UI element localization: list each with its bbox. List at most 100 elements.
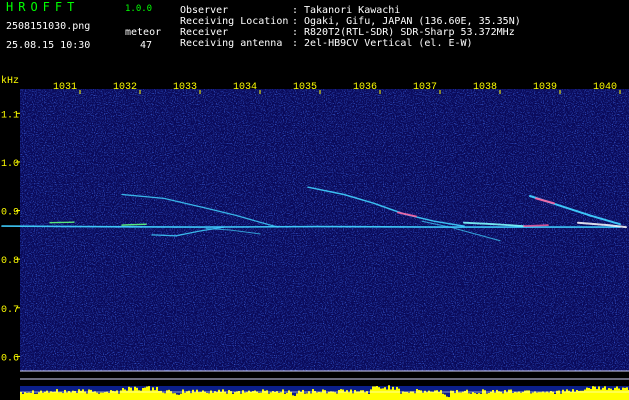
level-bar-segment xyxy=(322,389,324,400)
level-bar-segment xyxy=(476,393,478,400)
info-key: Receiving Location xyxy=(180,16,289,27)
level-bar-segment xyxy=(458,392,460,400)
info-value: R820T2(RTL-SDR) SDR-Sharp 53.372MHz xyxy=(304,27,515,38)
level-bar-segment xyxy=(620,389,622,400)
level-bar-segment xyxy=(134,386,136,400)
level-bar-segment xyxy=(336,393,338,400)
level-bar-segment xyxy=(108,392,110,400)
level-bar-segment xyxy=(200,392,202,400)
level-bar-segment xyxy=(100,392,102,400)
level-bar-segment xyxy=(50,391,52,400)
level-bar-segment xyxy=(532,392,534,400)
level-bar-segment xyxy=(52,391,54,400)
info-row-receiver: Receiver : R820T2(RTL-SDR) SDR-Sharp 53.… xyxy=(180,27,521,38)
level-bar-segment xyxy=(208,393,210,400)
level-bar-segment xyxy=(164,393,166,400)
level-bar-segment xyxy=(584,389,586,400)
level-bar-segment xyxy=(598,386,600,400)
info-row-location: Receiving Location : Ogaki, Gifu, JAPAN … xyxy=(180,16,521,27)
level-bar-segment xyxy=(84,391,86,400)
level-bar-segment xyxy=(198,392,200,400)
level-bar-segment xyxy=(260,392,262,400)
level-bar-segment xyxy=(536,392,538,400)
level-bar-segment xyxy=(386,389,388,400)
level-bar-segment xyxy=(326,393,328,400)
level-bar-segment xyxy=(70,392,72,400)
info-value: 2el-HB9CV Vertical (el. E-W) xyxy=(304,38,473,49)
level-bar-segment xyxy=(300,391,302,400)
x-tick-label: 1040 xyxy=(593,82,617,93)
level-bar-segment xyxy=(482,389,484,400)
level-bar-segment xyxy=(216,392,218,400)
app-title: HROFFT xyxy=(6,0,80,14)
level-bar-segment xyxy=(586,387,588,400)
level-bar-segment xyxy=(92,391,94,400)
level-bar-segment xyxy=(20,391,22,400)
level-bar-segment xyxy=(88,389,90,400)
level-bar-segment xyxy=(342,389,344,400)
level-bar-segment xyxy=(282,389,284,400)
level-bar-segment xyxy=(392,386,394,400)
grid-lines xyxy=(20,370,629,380)
level-bar-segment xyxy=(370,389,372,400)
level-bar-segment xyxy=(488,392,490,400)
level-bar-segment xyxy=(232,393,234,400)
level-bar-segment xyxy=(168,389,170,400)
level-bar-segment xyxy=(444,394,446,400)
level-bar-segment xyxy=(196,389,198,400)
level-bar-segment xyxy=(574,391,576,400)
level-bar-segment xyxy=(192,389,194,400)
level-bar-segment xyxy=(310,393,312,400)
level-bar-segment xyxy=(226,393,228,400)
x-tick-label: 1033 xyxy=(173,82,197,93)
level-bar-segment xyxy=(262,389,264,400)
level-bar-segment xyxy=(30,392,32,400)
info-separator: : xyxy=(292,5,299,16)
x-tick-label: 1032 xyxy=(113,82,137,93)
level-bar-segment xyxy=(408,392,410,400)
level-bar-segment xyxy=(34,393,36,400)
level-bar-segment xyxy=(280,392,282,400)
level-bar-segment xyxy=(460,392,462,400)
level-bar-segment xyxy=(510,389,512,400)
level-bar-segment xyxy=(268,393,270,400)
level-bar-segment xyxy=(122,387,124,400)
level-bar-segment xyxy=(466,389,468,400)
level-bar-segment xyxy=(432,391,434,400)
level-bar-segment xyxy=(182,389,184,400)
level-bar-segment xyxy=(624,387,626,400)
level-bar-segment xyxy=(592,386,594,400)
level-bar-segment xyxy=(374,386,376,400)
level-bar-segment xyxy=(64,389,66,400)
level-bar-segment xyxy=(608,388,610,400)
info-key: Receiver xyxy=(180,27,229,38)
level-bar-segment xyxy=(152,387,154,400)
level-bar-segment xyxy=(136,387,138,400)
level-bar-segment xyxy=(278,392,280,400)
level-bar-segment xyxy=(396,386,398,400)
level-bar-segment xyxy=(486,393,488,400)
level-bar-segment xyxy=(114,391,116,400)
level-bar-segment xyxy=(330,391,332,400)
level-bar-segment xyxy=(530,393,532,400)
level-bar-segment xyxy=(98,393,100,400)
level-bar-segment xyxy=(318,392,320,400)
level-bar-segment xyxy=(422,392,424,400)
level-bar-segment xyxy=(218,389,220,400)
level-bar-segment xyxy=(144,387,146,400)
level-bar-segment xyxy=(258,392,260,400)
level-bar-segment xyxy=(456,389,458,400)
level-bar-segment xyxy=(118,393,120,400)
x-tick-label: 1038 xyxy=(473,82,497,93)
level-bar-segment xyxy=(294,395,296,400)
y-axis-ticks: 1.1 1.0 0.9 0.8 0.7 0.6 xyxy=(1,110,20,364)
level-bar-segment xyxy=(148,386,150,400)
level-bar-segment xyxy=(430,391,432,400)
level-bar-segment xyxy=(564,391,566,400)
level-bar-segment xyxy=(344,391,346,400)
level-bar-segment xyxy=(146,386,148,400)
x-tick-label: 1037 xyxy=(413,82,437,93)
level-bar-segment xyxy=(372,386,374,400)
level-bar-segment xyxy=(86,393,88,400)
level-bar-segment xyxy=(292,395,294,400)
